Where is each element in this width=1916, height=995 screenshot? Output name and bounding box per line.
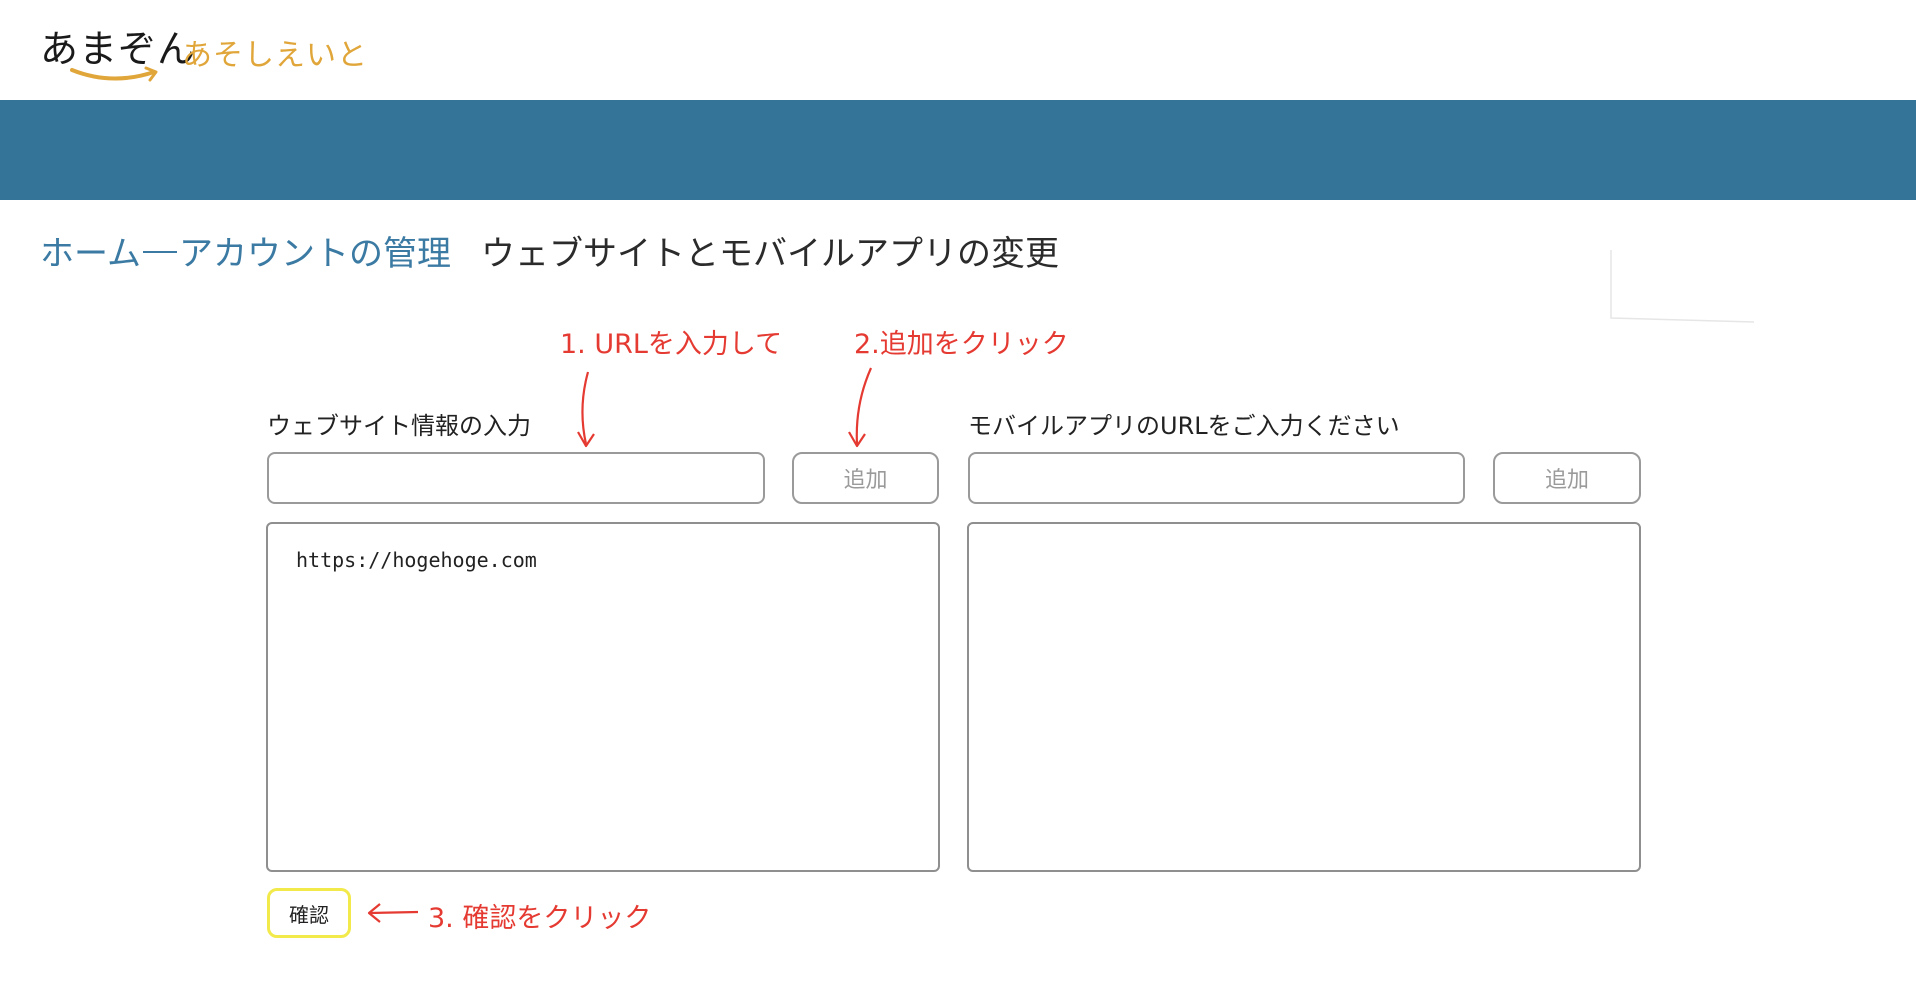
annotation-arrow-1-icon [577, 371, 595, 448]
logo: あまぞん あそしえいと [40, 14, 370, 82]
annotation-arrow-2-icon [848, 367, 873, 448]
website-list-item[interactable]: https://hogehoge.com [296, 548, 537, 572]
annotation-arrow-3-icon [367, 903, 419, 923]
mobile-section-label: モバイルアプリのURLをご入力ください [968, 412, 1400, 440]
breadcrumb-home-link[interactable]: ホーム [40, 226, 141, 275]
mobile-add-button[interactable]: 追加 [1493, 452, 1641, 504]
breadcrumb: ホーム アカウントの管理 ウェブサイトとモバイルアプリの変更 [40, 226, 1059, 275]
logo-sub-text: あそしえいと [182, 38, 368, 73]
logo-smile-icon [70, 66, 158, 82]
website-url-input[interactable] [267, 452, 765, 504]
breadcrumb-current: ウェブサイトとモバイルアプリの変更 [480, 234, 1059, 274]
decorative-sketch-mark [1610, 250, 1755, 323]
annotation-step-1: 1. URLを入力して [560, 329, 783, 360]
breadcrumb-account-link[interactable]: アカウントの管理 [179, 226, 451, 275]
website-add-button[interactable]: 追加 [792, 452, 939, 504]
website-section-label: ウェブサイト情報の入力 [267, 412, 531, 440]
annotation-step-2: 2.追加をクリック [854, 329, 1069, 360]
confirm-button[interactable]: 確認 [267, 888, 351, 938]
annotation-step-3: 3. 確認をクリック [428, 903, 652, 934]
website-url-list[interactable]: https://hogehoge.com [266, 522, 940, 872]
breadcrumb-separator [142, 251, 177, 253]
header-banner [0, 100, 1916, 200]
mobile-url-input[interactable] [968, 452, 1465, 504]
mobile-url-list[interactable] [967, 522, 1641, 872]
